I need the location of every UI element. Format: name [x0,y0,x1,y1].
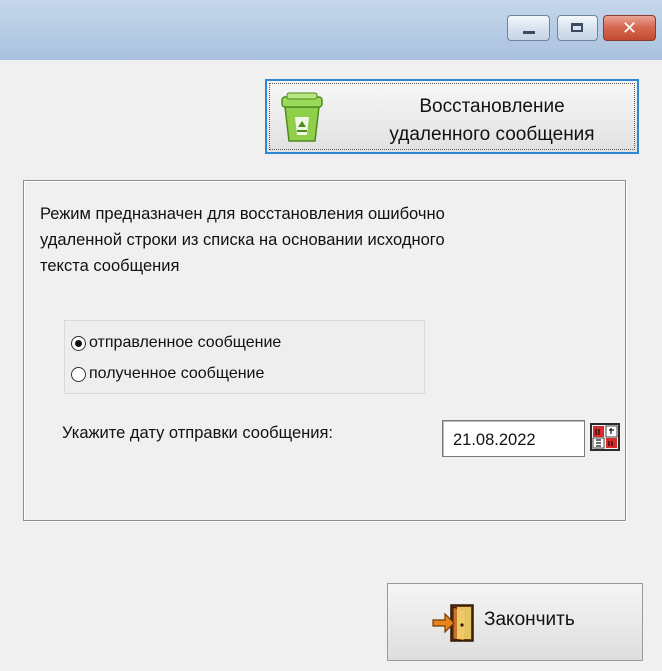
dialog-window: ✕ Восстановление удаленного сообщения Ре… [0,0,662,671]
title-bar[interactable]: ✕ [0,0,662,60]
description-line-3: текста сообщения [40,257,180,275]
finish-button[interactable]: Закончить [387,583,643,661]
message-type-radio-group: отправленное сообщение полученное сообще… [64,320,425,394]
restore-message-button[interactable]: Восстановление удаленного сообщения [265,79,639,154]
radio-button-unchecked[interactable] [71,366,86,382]
send-date-label: Укажите дату отправки сообщения: [62,424,334,442]
restore-label-line1: Восстановление [419,96,565,117]
radio-received-label: полученное сообщение [89,365,265,382]
radio-button-checked[interactable] [71,335,86,351]
description-line-1: Режим предназначен для восстановления ош… [40,205,445,223]
recycle-bin-icon [281,92,323,142]
minimize-icon[interactable] [507,15,550,41]
maximize-icon[interactable] [557,15,598,41]
radio-sent-message[interactable]: отправленное сообщение [71,331,281,355]
mode-description: Режим предназначен для восстановления ош… [40,201,600,279]
finish-button-label: Закончить [484,609,575,630]
description-line-2: удаленной строки из списка на основании … [40,231,445,249]
radio-received-message[interactable]: полученное сообщение [71,362,264,386]
send-date-field[interactable]: 21.08.2022 [442,420,585,457]
radio-sent-label: отправленное сообщение [89,334,282,351]
restore-label-line2: удаленного сообщения [389,124,595,145]
exit-door-icon [432,604,474,642]
calendar-icon[interactable] [589,422,621,452]
close-icon[interactable]: ✕ [603,15,656,41]
close-glyph: ✕ [621,17,638,39]
